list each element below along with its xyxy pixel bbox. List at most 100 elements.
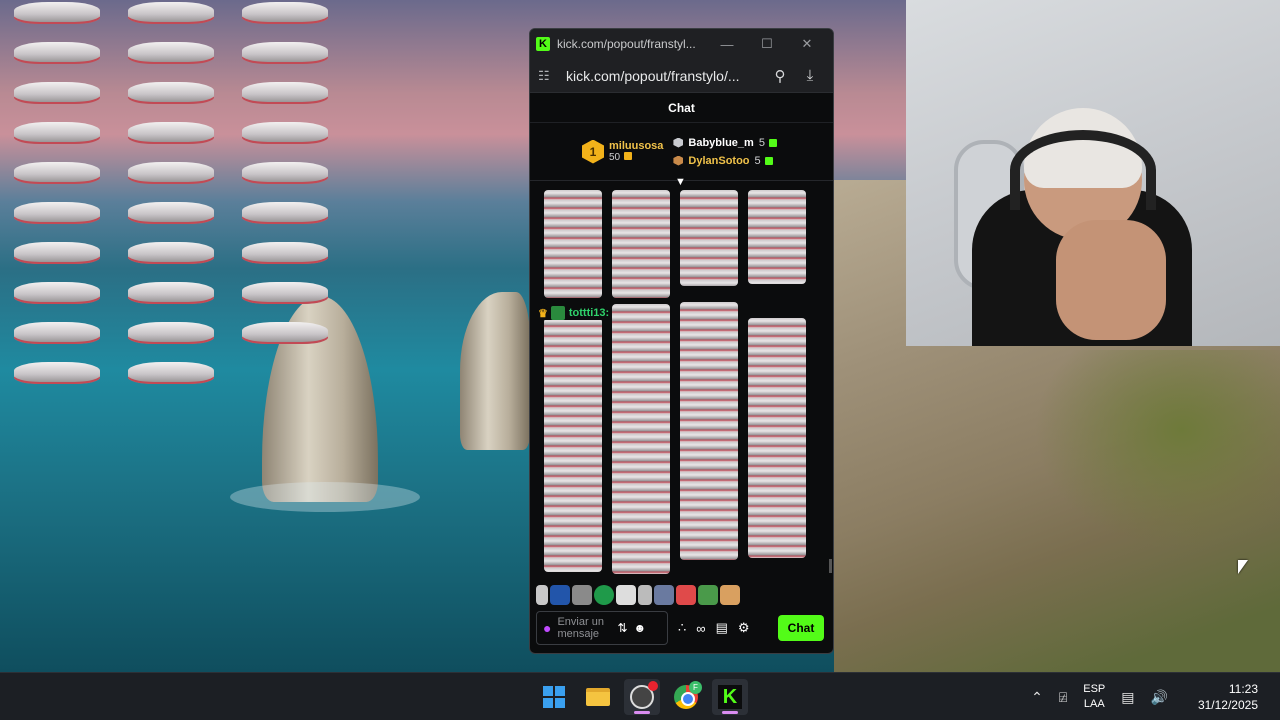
minimize-button[interactable]: — <box>707 37 747 52</box>
emote-icon[interactable] <box>594 585 614 605</box>
emote-column <box>612 190 670 298</box>
chat-input-row: ● Enviar un mensaje ⇅ ☻ ∴ ∞ ▤ ⚙ Chat <box>536 610 828 646</box>
chat-input[interactable]: ● Enviar un mensaje ⇅ ☻ <box>536 611 668 645</box>
bronze-medal-icon <box>673 155 684 166</box>
window-titlebar[interactable]: K kick.com/popout/franstyl... — ☐ ✕ <box>530 29 833 59</box>
desktop-emote-sprite <box>242 162 328 184</box>
recent-emotes-bar <box>536 585 740 605</box>
desktop-emote-sprite <box>242 202 328 224</box>
desktop-emote-sprite <box>14 322 100 344</box>
network-icon[interactable]: ▤ <box>1121 689 1134 706</box>
emote-icon[interactable] <box>638 585 652 605</box>
emote-icon[interactable] <box>550 585 570 605</box>
leaderboard-first[interactable]: 1 miluusosa 50 <box>582 139 664 164</box>
desktop-emote-sprite <box>14 362 100 384</box>
site-settings-icon[interactable]: ☷ <box>538 68 556 84</box>
emote-icon[interactable] <box>616 585 636 605</box>
desktop-emote-sprite <box>14 82 100 104</box>
store-icon[interactable]: ▤ <box>716 620 728 636</box>
url-text[interactable]: kick.com/popout/franstylo/... <box>566 68 765 84</box>
desktop-emote-sprite <box>242 242 328 264</box>
window-title: kick.com/popout/franstyl... <box>557 37 696 51</box>
language-indicator[interactable]: ESP LAA <box>1083 682 1105 712</box>
chat-messages[interactable]: ♛ tottti13: <box>530 182 833 582</box>
emote-column <box>612 304 670 574</box>
search-icon[interactable]: ⚲ <box>765 67 795 85</box>
leaderboard-score: 5 <box>758 136 765 149</box>
leaderboard-score: 5 <box>754 154 761 167</box>
maximize-button[interactable]: ☐ <box>747 36 787 52</box>
download-icon[interactable]: ⤓ <box>795 67 825 84</box>
headset <box>1010 130 1156 210</box>
gift-icon <box>764 156 773 165</box>
subscriber-badge-icon <box>550 306 565 320</box>
desktop-emote-sprite <box>128 42 214 64</box>
desktop-emote-sprite <box>14 162 100 184</box>
emote-icon[interactable] <box>720 585 740 605</box>
desktop-emote-sprite <box>242 2 328 24</box>
username[interactable]: tottti13: <box>569 307 609 319</box>
chat-title: Chat <box>530 93 833 123</box>
leaderboard-entry[interactable]: DylanSotoo 5 <box>673 155 777 167</box>
close-button[interactable]: ✕ <box>787 36 827 52</box>
obs-icon[interactable] <box>624 679 660 715</box>
scrollbar[interactable] <box>829 559 832 573</box>
kick-favicon-icon: K <box>536 37 550 51</box>
chrome-icon[interactable]: F <box>668 679 704 715</box>
system-tray: ⌃ ⍯ ESP LAA ▤ 🔊 11:23 31/12/2025 <box>1023 673 1280 720</box>
desktop-emote-sprite <box>128 82 214 104</box>
desktop-emote-sprite <box>128 322 214 344</box>
desktop-emote-sprite <box>242 282 328 304</box>
leaderboard-entry[interactable]: Babyblue_m 5 <box>673 137 777 149</box>
emote-column <box>544 190 602 298</box>
desktop-emote-sprite <box>14 282 100 304</box>
desktop-emote-sprite <box>128 282 214 304</box>
gift-icon <box>624 152 633 160</box>
desktop-emote-sprite <box>128 202 214 224</box>
kick-app-letter: K <box>718 685 742 709</box>
emote-column <box>544 318 602 572</box>
desktop-emote-sprite <box>128 162 214 184</box>
emote-icon[interactable] <box>698 585 718 605</box>
webcam-overlay <box>906 0 1280 346</box>
send-chat-button[interactable]: Chat <box>778 615 824 641</box>
taskbar-apps: F K <box>536 679 748 715</box>
translate-icon[interactable]: ⇅ <box>617 621 627 635</box>
rank-badge: 1 <box>582 139 604 164</box>
file-explorer-icon[interactable] <box>580 679 616 715</box>
chat-input-placeholder[interactable]: Enviar un mensaje <box>557 616 611 640</box>
chat-message-author[interactable]: ♛ tottti13: <box>538 306 612 320</box>
emote-column <box>748 190 806 284</box>
settings-icon[interactable]: ⚙ <box>738 620 750 636</box>
emote-icon[interactable] <box>572 585 592 605</box>
desktop-emote-sprite <box>128 122 214 144</box>
clock[interactable]: 11:23 31/12/2025 <box>1198 681 1258 713</box>
desktop-emote-sprite <box>242 322 328 344</box>
streamer-hands <box>1056 220 1166 340</box>
keyboard-layout: LAA <box>1083 698 1105 710</box>
chevron-up-icon[interactable]: ⌃ <box>1031 689 1043 706</box>
chat-popup-window[interactable]: K kick.com/popout/franstyl... — ☐ ✕ ☷ ki… <box>529 28 834 654</box>
emote-column <box>748 318 806 558</box>
mouse-cursor <box>1238 560 1248 574</box>
volume-icon[interactable]: 🔊 <box>1151 689 1168 706</box>
desktop-emote-sprite <box>128 362 214 384</box>
windows-start-icon[interactable] <box>536 679 572 715</box>
kick-icon[interactable]: K <box>712 679 748 715</box>
address-bar[interactable]: ☷ kick.com/popout/franstylo/... ⚲ ⤓ <box>530 59 833 93</box>
desktop-emote-sprite <box>128 242 214 264</box>
leaderboard-name: DylanSotoo <box>688 154 750 167</box>
emote-feather-icon[interactable] <box>536 585 548 605</box>
emote-icon[interactable] <box>654 585 674 605</box>
infinity-icon[interactable]: ∞ <box>696 621 705 636</box>
emote-icon[interactable] <box>676 585 696 605</box>
profile-badge: F <box>689 681 702 694</box>
mic-tray-icon[interactable]: ⍯ <box>1059 689 1067 706</box>
language-code: ESP <box>1083 683 1106 695</box>
leaderboard-first-name: miluusosa <box>609 140 664 152</box>
mic-icon[interactable]: ● <box>543 620 551 636</box>
emoji-icon[interactable]: ☻ <box>634 621 647 635</box>
crown-icon: ♛ <box>538 307 548 320</box>
taskbar: F K ⌃ ⍯ ESP LAA ▤ 🔊 11:23 31/12/2025 <box>0 672 1280 720</box>
community-icon[interactable]: ∴ <box>678 620 686 636</box>
